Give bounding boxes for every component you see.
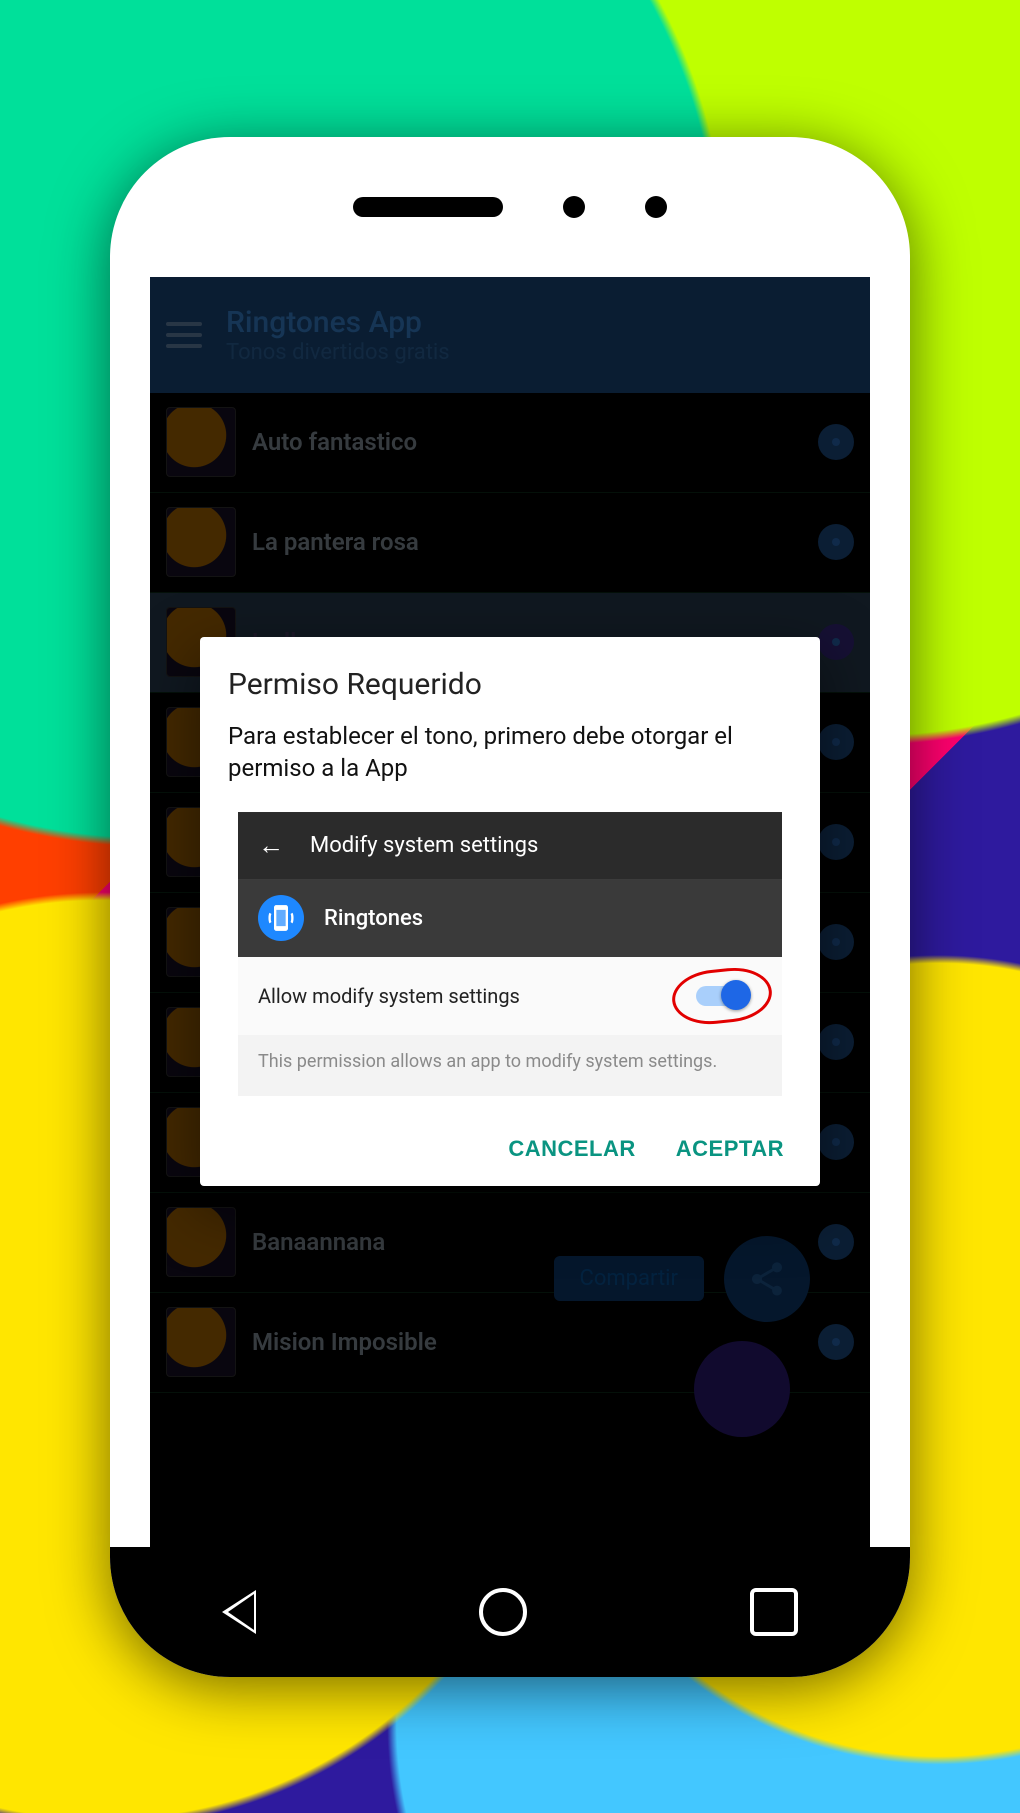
settings-preview-app-row: Ringtones	[238, 879, 782, 957]
phone-top	[110, 137, 910, 277]
permission-dialog: Permiso Requerido Para establecer el ton…	[200, 637, 820, 1187]
settings-preview-app-name: Ringtones	[324, 906, 423, 931]
phone-frame: Ringtones App Tonos divertidos gratis Au…	[110, 137, 910, 1677]
settings-toggle-row: Allow modify system settings	[238, 957, 782, 1035]
camera-dot	[645, 196, 667, 218]
settings-preview: ← Modify system settings Ringtones Allow…	[238, 812, 782, 1096]
accept-button[interactable]: ACEPTAR	[676, 1136, 784, 1162]
android-nav-bar	[110, 1547, 910, 1677]
dialog-actions: CANCELAR ACEPTAR	[228, 1126, 792, 1168]
cancel-button[interactable]: CANCELAR	[508, 1136, 635, 1162]
dialog-title: Permiso Requerido	[228, 667, 792, 702]
nav-home-icon[interactable]	[479, 1588, 527, 1636]
toggle-label: Allow modify system settings	[258, 984, 520, 1008]
settings-preview-title: Modify system settings	[310, 833, 538, 858]
sensor-dot	[563, 196, 585, 218]
dialog-body: Para establecer el tono, primero debe ot…	[228, 720, 792, 785]
toggle-switch[interactable]	[696, 986, 748, 1006]
app-screen: Ringtones App Tonos divertidos gratis Au…	[150, 277, 870, 1547]
back-arrow-icon: ←	[258, 830, 284, 861]
speaker-slot	[353, 197, 503, 217]
nav-recent-icon[interactable]	[750, 1588, 798, 1636]
ringtone-app-icon	[258, 895, 304, 941]
toggle-highlight	[682, 975, 762, 1017]
nav-back-icon[interactable]	[222, 1590, 256, 1634]
toggle-description: This permission allows an app to modify …	[238, 1035, 782, 1096]
settings-preview-header: ← Modify system settings	[238, 812, 782, 879]
